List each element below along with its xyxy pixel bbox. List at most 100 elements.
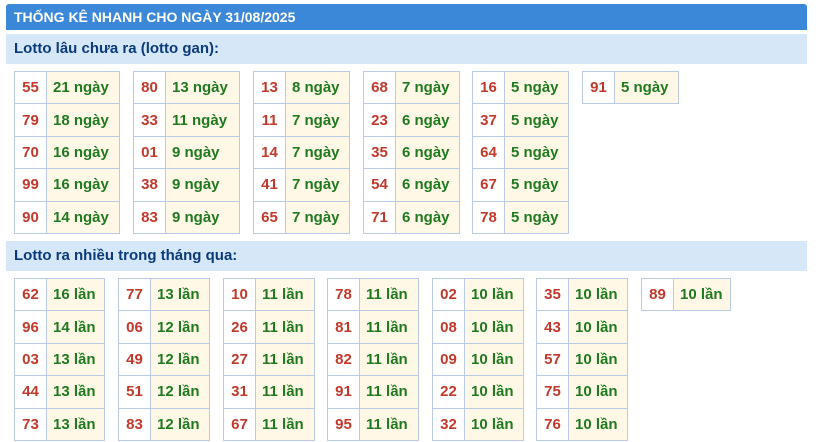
- stat-row: 43 10 lần: [537, 311, 627, 344]
- section-header-lotto-ra-nhieu: Lotto ra nhiều trong tháng qua:: [6, 241, 807, 271]
- stat-row: 01 9 ngày: [134, 136, 239, 170]
- lotto-count: 10 lần: [569, 408, 627, 440]
- lotto-number: 14: [254, 136, 286, 169]
- lotto-number: 10: [224, 279, 256, 311]
- lotto-count: 9 ngày: [166, 169, 239, 201]
- lotto-count: 11 lần: [360, 279, 418, 311]
- lotto-number: 41: [254, 169, 286, 201]
- stat-row: 41 7 ngày: [254, 169, 349, 202]
- stat-row: 96 14 lần: [15, 311, 104, 344]
- lotto-count: 13 lần: [47, 343, 104, 376]
- lotto-count: 10 lần: [569, 279, 627, 311]
- lotto-count: 6 ngày: [396, 201, 459, 233]
- stat-column: 91 5 ngày: [582, 71, 679, 105]
- lotto-count: 7 ngày: [286, 104, 349, 136]
- lotto-count: 7 ngày: [286, 169, 349, 201]
- lotto-number: 37: [473, 104, 505, 136]
- stat-row: 06 12 lần: [119, 311, 209, 344]
- lotto-number: 77: [119, 279, 151, 311]
- lotto-count: 10 lần: [465, 408, 523, 440]
- stat-row: 03 13 lần: [15, 343, 104, 377]
- lotto-number: 16: [473, 72, 505, 104]
- lotto-count: 11 ngày: [166, 104, 239, 136]
- stat-row: 68 7 ngày: [364, 72, 459, 105]
- stat-row: 09 10 lần: [433, 343, 523, 377]
- lotto-count: 10 lần: [465, 343, 523, 376]
- lotto-count: 11 lần: [256, 311, 314, 343]
- lotto-count: 6 ngày: [396, 104, 459, 136]
- lotto-count: 5 ngày: [505, 72, 568, 104]
- stat-row: 83 9 ngày: [134, 201, 239, 234]
- stat-row: 57 10 lần: [537, 343, 627, 377]
- lotto-number: 22: [433, 376, 465, 408]
- lotto-number: 90: [15, 201, 47, 233]
- lotto-count: 5 ngày: [505, 104, 568, 136]
- stat-column: 16 5 ngày 37 5 ngày 64 5 ngày 67 5 ngày 78 5 ngày: [472, 71, 569, 234]
- stat-row: 80 13 ngày: [134, 72, 239, 105]
- lotto-count: 11 lần: [360, 376, 418, 408]
- stat-column: 13 8 ngày 11 7 ngày 14 7 ngày 41 7 ngày 65 7 ngày: [253, 71, 350, 234]
- lotto-number: 83: [119, 408, 151, 440]
- stat-row: 33 11 ngày: [134, 104, 239, 137]
- lotto-count: 13 ngày: [166, 72, 239, 104]
- lotto-number: 91: [328, 376, 360, 408]
- lotto-count: 11 lần: [256, 376, 314, 408]
- lotto-number: 76: [537, 408, 569, 440]
- lotto-count: 10 lần: [569, 343, 627, 376]
- lotto-number: 03: [15, 343, 47, 376]
- lotto-count: 11 lần: [360, 343, 418, 376]
- lotto-number: 13: [254, 72, 286, 104]
- lotto-count: 12 lần: [151, 311, 209, 343]
- lotto-count: 13 lần: [47, 408, 104, 440]
- stat-row: 67 5 ngày: [473, 169, 568, 202]
- page-title: THỐNG KÊ NHANH CHO NGÀY 31/08/2025: [6, 4, 807, 30]
- stat-column: 89 10 lần: [641, 278, 731, 312]
- lotto-count: 6 ngày: [396, 169, 459, 201]
- lotto-count: 7 ngày: [396, 72, 459, 104]
- stat-row: 82 11 lần: [328, 343, 418, 377]
- lotto-number: 35: [537, 279, 569, 311]
- lotto-count: 11 lần: [256, 279, 314, 311]
- stat-row: 81 11 lần: [328, 311, 418, 344]
- stat-row: 64 5 ngày: [473, 136, 568, 170]
- stat-row: 79 18 ngày: [15, 104, 119, 137]
- lotto-number: 33: [134, 104, 166, 136]
- lotto-count: 10 lần: [569, 376, 627, 408]
- lotto-number: 43: [537, 311, 569, 343]
- lotto-count: 16 lần: [47, 279, 104, 311]
- lotto-number: 78: [328, 279, 360, 311]
- lotto-number: 27: [224, 343, 256, 376]
- stat-row: 49 12 lần: [119, 343, 209, 377]
- lotto-number: 51: [119, 376, 151, 408]
- lotto-count: 5 ngày: [505, 169, 568, 201]
- lotto-count: 8 ngày: [286, 72, 349, 104]
- lotto-number: 23: [364, 104, 396, 136]
- lotto-count: 11 lần: [256, 408, 314, 440]
- stat-row: 37 5 ngày: [473, 104, 568, 137]
- stat-row: 38 9 ngày: [134, 169, 239, 202]
- stat-row: 51 12 lần: [119, 376, 209, 409]
- section-header-lotto-gan: Lotto lâu chưa ra (lotto gan):: [6, 34, 807, 64]
- lotto-number: 44: [15, 376, 47, 408]
- lotto-count: 5 ngày: [505, 136, 568, 169]
- stat-row: 77 13 lần: [119, 279, 209, 312]
- stat-row: 13 8 ngày: [254, 72, 349, 105]
- lotto-number: 65: [254, 201, 286, 233]
- stat-row: 44 13 lần: [15, 376, 104, 409]
- lotto-count: 12 lần: [151, 343, 209, 376]
- lotto-number: 06: [119, 311, 151, 343]
- lotto-number: 71: [364, 201, 396, 233]
- lotto-count: 12 lần: [151, 376, 209, 408]
- lotto-count: 5 ngày: [615, 72, 678, 104]
- stat-row: 90 14 ngày: [15, 201, 119, 234]
- lotto-number: 79: [15, 104, 47, 136]
- stat-row: 32 10 lần: [433, 408, 523, 441]
- lotto-count: 14 lần: [47, 311, 104, 343]
- stat-column: 80 13 ngày 33 11 ngày 01 9 ngày 38 9 ngày 83 9 ng…: [133, 71, 240, 234]
- lotto-number: 32: [433, 408, 465, 440]
- stat-row: 95 11 lần: [328, 408, 418, 441]
- stat-column: 78 11 lần 81 11 lần 82 11 lần 91 11 lần 95 11 lần: [327, 278, 419, 441]
- stat-row: 83 12 lần: [119, 408, 209, 441]
- stat-row: 54 6 ngày: [364, 169, 459, 202]
- lotto-number: 38: [134, 169, 166, 201]
